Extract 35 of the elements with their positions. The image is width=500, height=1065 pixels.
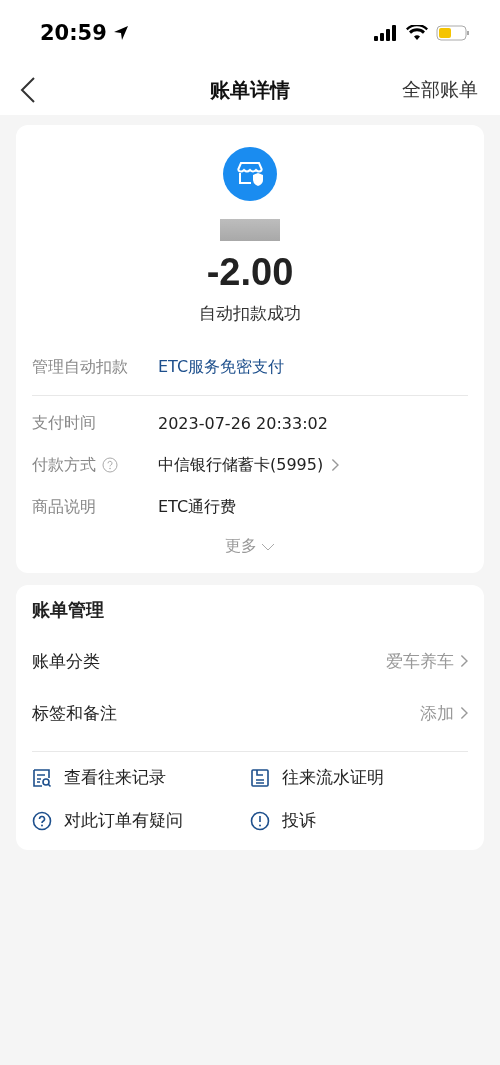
section-title: 账单管理 bbox=[32, 598, 105, 622]
detail-value: ETC通行费 bbox=[158, 496, 237, 518]
battery-icon bbox=[436, 24, 470, 41]
page-title: 账单详情 bbox=[210, 76, 290, 104]
detail-label: 商品说明 bbox=[32, 496, 96, 518]
action-link[interactable]: 投诉 bbox=[282, 809, 316, 832]
chevron-right-icon bbox=[459, 706, 468, 720]
detail-value[interactable]: 中信银行储蓄卡(5995) bbox=[158, 454, 324, 476]
chevron-down-icon bbox=[261, 542, 275, 551]
all-bills-link[interactable]: 全部账单 bbox=[402, 77, 478, 103]
shop-icon bbox=[223, 147, 277, 201]
chevron-right-icon bbox=[331, 458, 340, 472]
status-time: 20:59 bbox=[40, 20, 107, 45]
payment-status: 自动扣款成功 bbox=[199, 302, 301, 325]
amount: -2.00 bbox=[206, 251, 294, 294]
detail-label: 支付时间 bbox=[32, 412, 96, 434]
location-arrow-icon bbox=[112, 24, 129, 41]
document-search-icon bbox=[32, 767, 52, 788]
redacted-name bbox=[220, 219, 280, 241]
wifi-icon bbox=[406, 24, 428, 41]
action-link[interactable]: 查看往来记录 bbox=[64, 766, 166, 789]
signal-icon bbox=[374, 24, 398, 41]
auto-debit-link[interactable]: ETC服务免密支付 bbox=[158, 356, 285, 378]
back-icon[interactable] bbox=[20, 76, 36, 104]
chevron-right-icon bbox=[459, 654, 468, 668]
row-label[interactable]: 账单分类 bbox=[32, 649, 100, 673]
help-icon bbox=[32, 810, 52, 831]
row-label[interactable]: 标签和备注 bbox=[32, 701, 117, 725]
action-link[interactable]: 对此订单有疑问 bbox=[64, 809, 183, 832]
detail-label: 管理自动扣款 bbox=[32, 356, 128, 378]
action-link[interactable]: 往来流水证明 bbox=[282, 766, 384, 789]
detail-value: 2023-07-26 20:33:02 bbox=[158, 413, 328, 433]
document-icon bbox=[250, 767, 270, 788]
alert-icon bbox=[250, 810, 270, 831]
detail-label: 付款方式 bbox=[32, 454, 96, 476]
